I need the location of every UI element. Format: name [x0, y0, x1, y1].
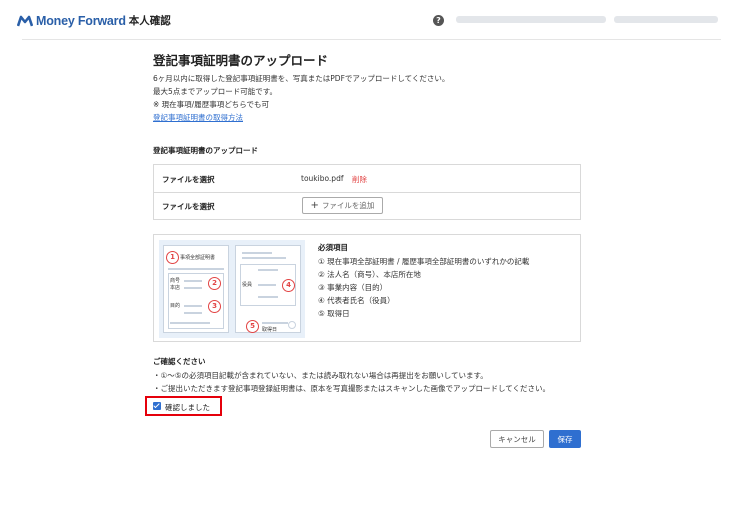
header-divider [22, 39, 721, 40]
account-name-redacted[interactable] [614, 16, 718, 23]
confirm-checkbox-label[interactable]: 確認しました [165, 402, 210, 413]
doc-line [184, 287, 202, 289]
doc-line [258, 296, 278, 298]
confirm-note-1: ・①〜⑤の必須項目記載が含まれていない、または読み取れない場合は再提出をお願いし… [153, 371, 488, 380]
user-email-redacted[interactable] [456, 16, 606, 23]
cancel-button[interactable]: キャンセル [490, 430, 544, 448]
description-line-1: 6ヶ月以内に取得した登記事項証明書を、写真またはPDFでアップロードしてください… [153, 74, 450, 83]
help-icon[interactable]: ? [433, 15, 444, 26]
file-select-label: ファイルを選択 [162, 175, 215, 184]
upload-row-file: ファイルを選択 toukibo.pdf 削除 [154, 165, 580, 193]
app-header: Money Forward 本人確認 ? [0, 0, 741, 40]
yakuin-label: 役員 [242, 282, 253, 288]
required-item-5: ⑤ 取得日 [318, 309, 350, 318]
date-label: 取得日 [262, 327, 278, 333]
plus-icon: + [310, 200, 319, 211]
logo[interactable]: Money Forward 本人確認 [17, 13, 171, 28]
required-item-1: ① 現在事項全部証明書 / 履歴事項全部証明書のいずれかの記載 [318, 257, 530, 266]
confirm-checkbox[interactable] [153, 402, 161, 410]
uploaded-filename: toukibo.pdf [301, 174, 344, 183]
marker-1: 1 [166, 251, 179, 264]
required-info-box: 1 事項全部証明書 商号 本店 目的 2 3 役員 4 5 取得日 必須項目 ①… [153, 234, 581, 342]
doc-line [262, 322, 288, 324]
required-title: 必須項目 [318, 243, 348, 252]
file-select-label-2: ファイルを選択 [162, 202, 215, 211]
description-line-3: ※ 現在事項/履歴事項どちらでも可 [153, 100, 269, 109]
certificate-doc-right: 役員 4 5 取得日 [235, 245, 301, 333]
doc-line [184, 305, 202, 307]
page-title: 登記事項証明書のアップロード [153, 53, 329, 68]
shogo-label: 商号 [170, 278, 181, 284]
marker-3: 3 [208, 300, 221, 313]
required-item-3: ③ 事業内容（目的） [318, 283, 388, 292]
marker-2: 2 [208, 277, 221, 290]
doc-line [242, 252, 272, 254]
marker-4: 4 [282, 279, 295, 292]
doc-line [258, 284, 276, 286]
doc-line [184, 280, 202, 282]
marker-5: 5 [246, 320, 259, 333]
doc-line [168, 268, 224, 270]
doc-line [258, 269, 278, 271]
doc-line [170, 322, 210, 324]
upload-section-label: 登記事項証明書のアップロード [153, 146, 258, 155]
delete-file-link[interactable]: 削除 [352, 174, 367, 185]
upload-table: ファイルを選択 toukibo.pdf 削除 ファイルを選択 + ファイルを追加 [153, 164, 581, 220]
brand-name: Money Forward [36, 13, 126, 28]
required-item-4: ④ 代表者氏名（役員） [318, 296, 395, 305]
required-item-2: ② 法人名（商号）、本店所在地 [318, 270, 421, 279]
description-line-2: 最大5点までアップロード可能です。 [153, 87, 278, 96]
help-link[interactable]: 登記事項証明書の取得方法 [153, 112, 243, 123]
add-file-label: ファイルを追加 [321, 201, 375, 210]
doc-title-label: 事項全部証明書 [180, 255, 216, 261]
money-forward-logo-icon [17, 15, 33, 26]
honten-label: 本店 [170, 285, 181, 291]
certificate-doc-left: 1 事項全部証明書 商号 本店 目的 2 3 [163, 245, 229, 333]
upload-row-add: ファイルを選択 + ファイルを追加 [154, 192, 580, 219]
save-button[interactable]: 保存 [549, 430, 581, 448]
confirm-title: ご確認ください [153, 357, 206, 366]
certificate-illustration: 1 事項全部証明書 商号 本店 目的 2 3 役員 4 5 取得日 [159, 240, 305, 338]
confirm-note-2: ・ご提出いただきます登記事項登録証明書は、原本を写真撮影またはスキャンした画像で… [153, 384, 551, 393]
brand-sub: 本人確認 [128, 15, 171, 27]
seal-shape [288, 321, 296, 329]
add-file-button[interactable]: + ファイルを追加 [302, 197, 383, 214]
doc-line [184, 312, 202, 314]
mokuteki-label: 目的 [170, 303, 181, 309]
doc-line [242, 257, 286, 259]
